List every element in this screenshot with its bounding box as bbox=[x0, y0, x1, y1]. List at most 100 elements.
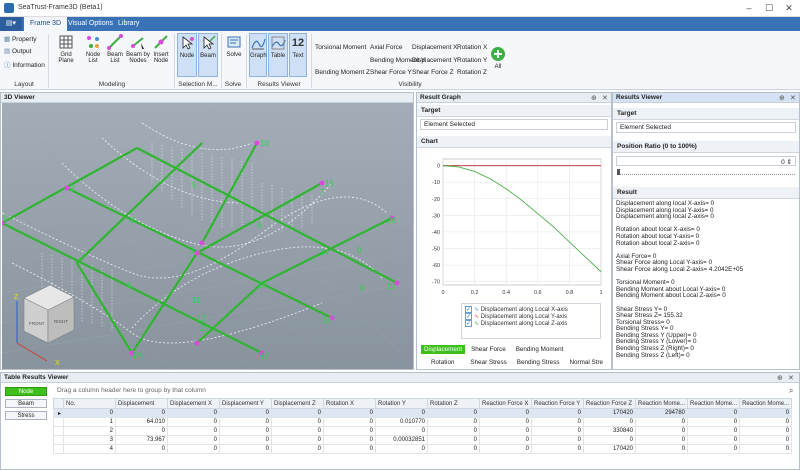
tab-frame3d[interactable]: Frame 3D bbox=[24, 17, 68, 31]
table-cell[interactable]: 0 bbox=[271, 444, 324, 454]
file-menu-button[interactable]: ▤▾ bbox=[0, 17, 22, 31]
table-cell[interactable]: 0 bbox=[531, 426, 584, 436]
table-cell[interactable]: 64.010 bbox=[115, 417, 168, 427]
table-cell[interactable]: 0 bbox=[687, 417, 741, 427]
table-cell[interactable]: 0 bbox=[271, 408, 324, 418]
graph-button[interactable]: Graph bbox=[249, 33, 267, 77]
target-field[interactable]: Element Selected bbox=[420, 119, 608, 130]
result-text-area[interactable]: Displacement along local X-axis= 0 Displa… bbox=[613, 199, 799, 361]
table-cell[interactable]: 4 bbox=[63, 444, 116, 454]
table-cell[interactable]: 0 bbox=[375, 444, 428, 454]
maximize-icon[interactable]: ☐ bbox=[760, 2, 778, 14]
table-cell[interactable]: 0 bbox=[531, 417, 584, 427]
table-cell[interactable]: 0 bbox=[167, 417, 220, 427]
node-list-button[interactable]: Node List bbox=[82, 33, 104, 77]
insert-node-button[interactable]: Insert Node bbox=[150, 33, 172, 77]
vis-rotation-y[interactable]: Rotation Y bbox=[457, 57, 487, 64]
table-cell[interactable]: 0 bbox=[479, 444, 532, 454]
btn-displacement[interactable]: Displacement bbox=[421, 345, 466, 354]
table-cell[interactable]: 0 bbox=[271, 435, 324, 445]
table-cell[interactable]: 0 bbox=[375, 426, 428, 436]
table-cell[interactable]: 330840 bbox=[583, 426, 636, 436]
table-cell[interactable]: 0 bbox=[687, 435, 741, 445]
table-cell[interactable]: 2 bbox=[63, 426, 116, 436]
search-icon[interactable]: ⌕ bbox=[789, 386, 793, 396]
table-cell[interactable]: 0 bbox=[115, 408, 168, 418]
table-beam-button[interactable]: Beam bbox=[5, 399, 47, 408]
table-cell[interactable]: 0 bbox=[323, 435, 376, 445]
table-cell[interactable]: 0 bbox=[427, 417, 480, 427]
table-cell[interactable]: 0 bbox=[323, 408, 376, 418]
column-header[interactable]: Reaction Force Z bbox=[583, 398, 636, 409]
table-cell[interactable]: 0 bbox=[115, 426, 168, 436]
table-cell[interactable]: 0 bbox=[427, 435, 480, 445]
legend-item-y[interactable]: ✓ ∿ Displacement along Local Y-axis bbox=[465, 313, 597, 320]
table-cell[interactable]: 0 bbox=[739, 417, 793, 427]
table-cell[interactable]: 0 bbox=[323, 444, 376, 454]
panel-close-icon[interactable]: ✕ bbox=[788, 374, 794, 382]
slider-thumb[interactable] bbox=[617, 169, 620, 175]
view-cube[interactable]: FRONT RIGHT Z X bbox=[14, 284, 75, 367]
table-cell[interactable]: 170420 bbox=[583, 408, 636, 418]
table-cell[interactable]: 0 bbox=[479, 435, 532, 445]
column-header[interactable]: Reaction Mome... bbox=[687, 398, 741, 409]
column-header[interactable]: Displacement X bbox=[167, 398, 220, 409]
table-cell[interactable]: 1 bbox=[63, 417, 116, 427]
table-cell[interactable]: 0 bbox=[687, 408, 741, 418]
table-node-button[interactable]: Node bbox=[5, 387, 47, 396]
table-cell[interactable]: 0 bbox=[167, 426, 220, 436]
table-cell[interactable]: 0 bbox=[634, 417, 689, 427]
select-beam-button[interactable]: Beam bbox=[198, 33, 218, 77]
btn-shear-force[interactable]: Shear Force bbox=[471, 346, 506, 353]
vis-shear-force-y[interactable]: Shear Force Y bbox=[370, 69, 412, 76]
column-header[interactable]: Rotation Z bbox=[427, 398, 480, 409]
column-header[interactable]: Reaction Mome... bbox=[634, 398, 689, 409]
beam-by-nodes-button[interactable]: Beam by Nodes bbox=[126, 33, 150, 77]
table-cell[interactable]: 0 bbox=[479, 408, 532, 418]
information-button[interactable]: ⓘ Information bbox=[4, 59, 45, 69]
table-cell[interactable]: 0 bbox=[323, 417, 376, 427]
table-cell[interactable]: 0 bbox=[687, 444, 741, 454]
table-cell[interactable]: 0 bbox=[479, 426, 532, 436]
spinner-arrows-icon[interactable]: ⇕ bbox=[787, 159, 792, 166]
pin-icon[interactable]: ⊕ bbox=[591, 94, 597, 102]
table-cell[interactable]: 0 bbox=[375, 408, 428, 418]
solve-button[interactable]: Solve bbox=[224, 33, 244, 77]
table-stress-button[interactable]: Stress bbox=[5, 411, 47, 420]
vis-bending-moment-z[interactable]: Bending Moment Z bbox=[315, 69, 370, 76]
table-row[interactable]: 4 0 0 0 0 0 0 0 0 0 170420 0 0 0 bbox=[53, 444, 793, 454]
table-cell[interactable]: 0 bbox=[427, 408, 480, 418]
table-cell[interactable]: 0 bbox=[167, 444, 220, 454]
table-cell[interactable]: 0 bbox=[271, 426, 324, 436]
column-header[interactable]: Displacement Y bbox=[219, 398, 272, 409]
table-cell[interactable]: 0 bbox=[583, 435, 636, 445]
column-header[interactable]: Reaction Force X bbox=[479, 398, 532, 409]
tab-visual-options[interactable]: Visual Options bbox=[62, 17, 119, 31]
table-cell[interactable]: 0 bbox=[739, 435, 793, 445]
table-cell[interactable]: 0 bbox=[219, 444, 272, 454]
table-cell[interactable]: 0 bbox=[219, 417, 272, 427]
table-cell[interactable]: 0 bbox=[479, 417, 532, 427]
table-cell[interactable]: 0.00032851 bbox=[375, 435, 428, 445]
btn-bending-stress[interactable]: Bending Stress bbox=[517, 359, 560, 366]
vis-torsional-moment[interactable]: Torsional Moment bbox=[315, 44, 366, 51]
close-icon[interactable]: ✕ bbox=[780, 2, 798, 14]
table-cell[interactable]: 0.010770 bbox=[375, 417, 428, 427]
table-cell[interactable]: 0 bbox=[167, 408, 220, 418]
btn-bending-moment[interactable]: Bending Moment bbox=[516, 346, 564, 353]
table-cell[interactable]: 0 bbox=[739, 444, 793, 454]
table-cell[interactable]: 0 bbox=[739, 408, 793, 418]
table-row[interactable]: 3 73.967 0 0 0 0 0.00032851 0 0 0 0 0 0 0 bbox=[53, 435, 793, 445]
vis-rotation-z[interactable]: Rotation Z bbox=[457, 69, 487, 76]
table-cell[interactable]: 0 bbox=[427, 444, 480, 454]
table-cell[interactable]: 0 bbox=[427, 426, 480, 436]
pin-icon[interactable]: ⊕ bbox=[777, 374, 783, 382]
column-header[interactable]: Displacement bbox=[115, 398, 168, 409]
table-cell[interactable]: 0 bbox=[63, 408, 116, 418]
table-row[interactable]: 1 64.010 0 0 0 0 0.010770 0 0 0 0 0 0 0 bbox=[53, 417, 793, 427]
tab-library[interactable]: Library bbox=[112, 17, 145, 31]
table-cell[interactable]: 0 bbox=[634, 435, 689, 445]
frame-model-svg[interactable]: 10 15 20 19 18 17 16 11 12 13 14 5 6 7 8… bbox=[0, 102, 414, 370]
table-cell[interactable]: 0 bbox=[531, 408, 584, 418]
btn-normal-stress[interactable]: Normal Stre bbox=[569, 359, 603, 366]
